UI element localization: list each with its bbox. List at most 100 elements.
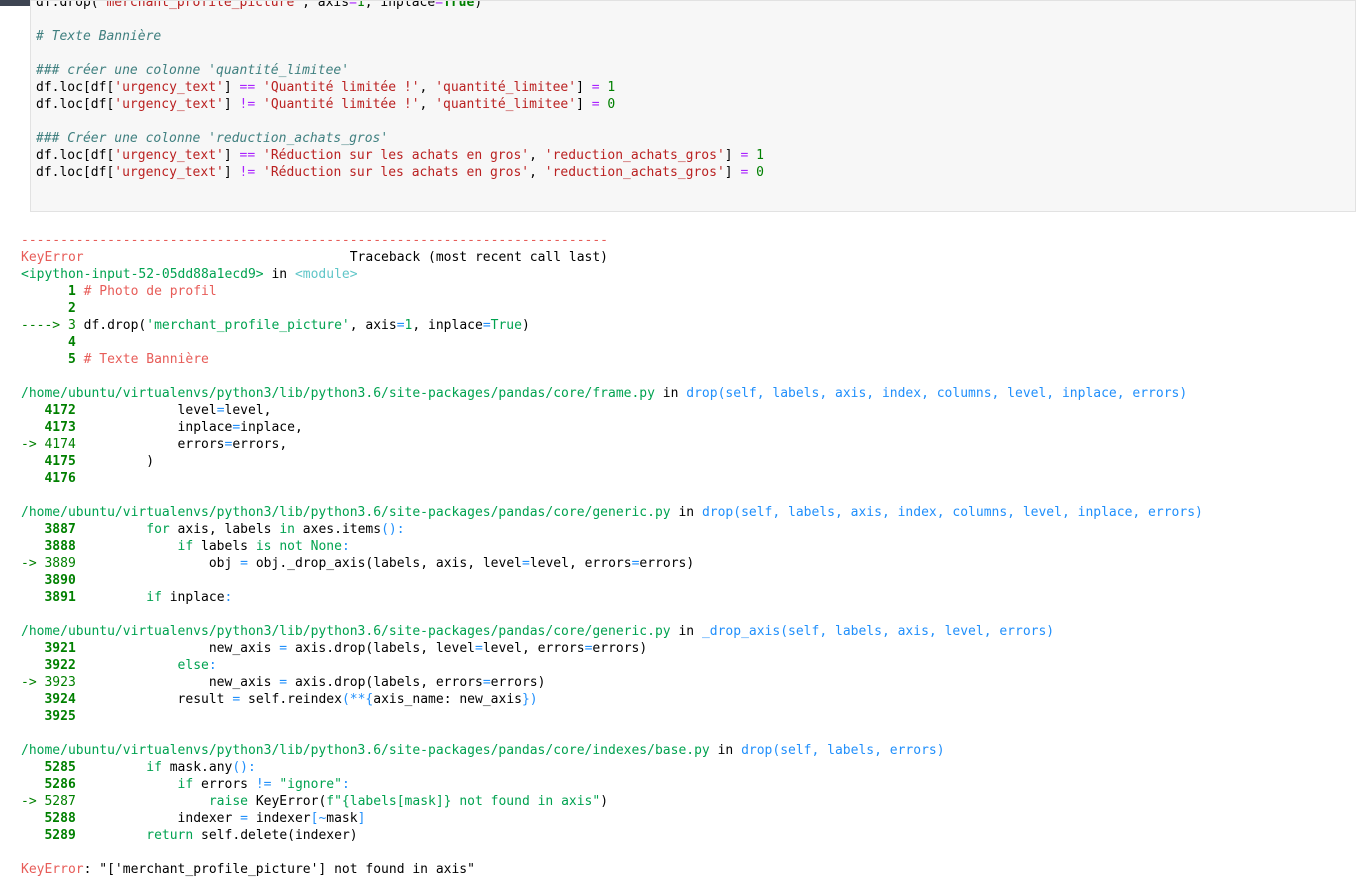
code-token: -> 5287 <box>21 794 84 809</box>
code-line: df.loc[df['urgency_text'] == 'Quantité l… <box>36 79 764 96</box>
traceback-line <box>21 606 1356 623</box>
code-token: . <box>334 522 342 537</box>
code-token: ] <box>223 165 240 180</box>
code-token: mask <box>326 811 358 826</box>
code-token: 5286 <box>21 777 84 792</box>
code-token: level <box>529 556 569 571</box>
code-token: ### Créer une colonne 'reduction_achats_… <box>36 131 389 146</box>
code-token: == <box>239 148 256 163</box>
traceback-line: 5286 if errors != "ignore": <box>21 776 1356 793</box>
code-token: drop(self, labels, errors) <box>741 743 945 758</box>
code-token: (**{ <box>341 692 374 707</box>
code-token: obj <box>83 556 241 571</box>
code-token: inplace <box>83 420 233 435</box>
code-token: indexer <box>83 811 241 826</box>
code-cell-input[interactable]: df.drop('merchant_profile_picture', axis… <box>30 0 1356 212</box>
code-token: 5289 <box>21 828 84 843</box>
code-token: f"{labels[mask]} not found in axis" <box>326 794 601 809</box>
traceback-line: 3888 if labels is not None: <box>21 538 1356 555</box>
code-token: : <box>341 777 350 792</box>
code-token: in <box>654 386 687 401</box>
code-token: , <box>419 80 436 95</box>
code-token: . <box>326 675 335 690</box>
code-token: 1 <box>607 80 616 95</box>
code-token: obj <box>248 556 280 571</box>
code-token: # Texte Bannière <box>36 29 162 44</box>
code-token: ) <box>83 454 155 469</box>
code-token: . <box>279 692 288 707</box>
code-token: . <box>232 828 241 843</box>
code-token: df.loc[df[ <box>36 80 115 95</box>
code-token: 'urgency_text' <box>114 97 224 112</box>
code-token: ### créer une colonne 'quantité_limitee' <box>36 63 350 78</box>
code-token: 3888 <box>21 539 84 554</box>
code-token: drop <box>334 675 366 690</box>
code-token: axis_name <box>373 692 444 707</box>
code-token: 'merchant_profile_picture' <box>146 318 350 333</box>
code-token: /home/ubuntu/virtualenvs/python3/lib/pyt… <box>21 624 671 639</box>
traceback-line: ----> 3 df.drop('merchant_profile_pictur… <box>21 317 1356 334</box>
code-token: ) <box>349 828 358 843</box>
traceback-line: 3921 new_axis = axis.drop(labels, level=… <box>21 640 1356 657</box>
traceback-line: KeyError Traceback (most recent call las… <box>21 249 1356 266</box>
code-token: 4172 <box>21 403 84 418</box>
code-token: ) <box>600 794 609 809</box>
code-token: "ignore" <box>279 777 342 792</box>
code-token: 'Quantité limitée !' <box>263 97 420 112</box>
code-token: = <box>521 556 530 571</box>
code-token: 1 <box>21 284 84 299</box>
code-token: in <box>670 505 702 520</box>
traceback-line: 1 # Photo de profil <box>21 283 1356 300</box>
code-token: errors <box>435 675 483 690</box>
traceback-line: 4176 <box>21 470 1356 487</box>
code-token: 5285 <box>21 760 84 775</box>
code-token: new_axis <box>83 641 280 656</box>
code-token: KeyError <box>21 250 84 265</box>
code-token: ----> 3 <box>21 318 84 333</box>
code-token: , <box>208 522 217 537</box>
code-token: _drop_axis <box>287 556 366 571</box>
code-token: 'Réduction sur les achats en gros' <box>263 148 530 163</box>
code-line: ### créer une colonne 'quantité_limitee' <box>36 62 764 79</box>
code-line: # Texte Bannière <box>36 28 764 45</box>
code-token: = <box>435 0 444 10</box>
code-token: reindex <box>287 692 342 707</box>
code-token: /home/ubuntu/virtualenvs/python3/lib/pyt… <box>21 505 671 520</box>
code-token: . <box>99 318 108 333</box>
code-token: != <box>255 777 272 792</box>
code-token: # Texte Bannière <box>83 352 209 367</box>
code-token: , <box>420 675 436 690</box>
code-token: errors <box>232 437 280 452</box>
code-token: Traceback (most recent call last) <box>83 250 609 265</box>
code-token: , <box>420 641 436 656</box>
code-token: 5288 <box>21 811 84 826</box>
code-token: if <box>146 760 162 775</box>
traceback-line: 3890 <box>21 572 1356 589</box>
code-token: , <box>412 318 429 333</box>
code-token: errors <box>83 437 225 452</box>
traceback-line: /home/ubuntu/virtualenvs/python3/lib/pyt… <box>21 742 1356 759</box>
code-token: ] <box>576 97 592 112</box>
code-token: 3925 <box>21 709 76 724</box>
code-token: : <box>208 658 217 673</box>
code-token: 'quantité_limitee' <box>435 80 577 95</box>
code-token: [~ <box>310 811 327 826</box>
code-token: (): <box>381 522 405 537</box>
code-token: = <box>240 556 248 571</box>
code-token: in <box>263 267 295 282</box>
traceback-line: 3924 result = self.reindex(**{axis_name:… <box>21 691 1356 708</box>
code-token: : <box>341 539 350 554</box>
code-token: level <box>482 556 522 571</box>
code-token: for <box>146 522 170 537</box>
code-token: new_axis <box>451 692 522 707</box>
code-token: != <box>239 97 256 112</box>
code-token: , <box>529 148 545 163</box>
code-token: ] <box>223 80 240 95</box>
